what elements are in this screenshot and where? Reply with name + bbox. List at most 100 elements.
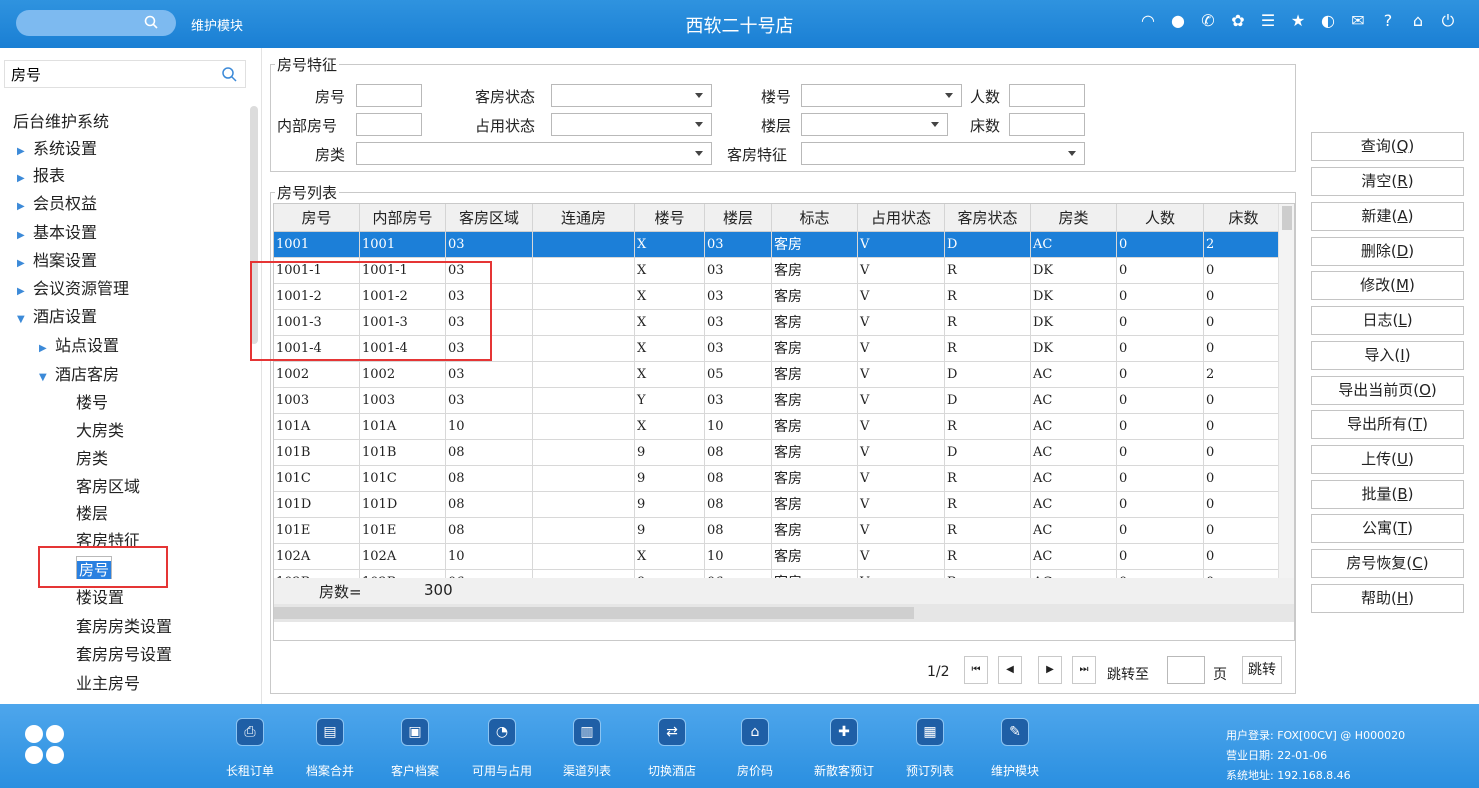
tree-item-suite-type-settings[interactable]: 套房房类设置 xyxy=(76,614,172,640)
help-icon[interactable]: ? xyxy=(1379,12,1397,30)
column-header[interactable]: 人数 xyxy=(1117,204,1204,232)
dock-item[interactable]: ▣ 客户档案 xyxy=(375,718,455,779)
tree-item-profile-settings[interactable]: ▶ 档案设置 xyxy=(17,248,97,274)
first-page-button[interactable]: ⏮ xyxy=(964,656,988,684)
column-header[interactable]: 占用状态 xyxy=(858,204,945,232)
column-header[interactable]: 房号 xyxy=(274,204,360,232)
occupancy-select[interactable] xyxy=(551,113,712,136)
inner-room-no-field[interactable] xyxy=(356,113,422,136)
dock-item[interactable]: ▤ 档案合并 xyxy=(290,718,370,779)
tree-search-input[interactable] xyxy=(5,61,205,87)
tree-item-suite-room-settings[interactable]: 套房房号设置 xyxy=(76,642,172,668)
query-button[interactable]: 查询(Q) xyxy=(1311,132,1464,161)
help-button[interactable]: 帮助(H) xyxy=(1311,584,1464,613)
table-row[interactable]: 1002 1002 03 X 05 客房 V D AC 0 2 xyxy=(274,362,1294,388)
column-header[interactable]: 床数 xyxy=(1204,204,1284,232)
table-row[interactable]: 1003 1003 03 Y 03 客房 V D AC 0 0 xyxy=(274,388,1294,414)
table-horizontal-scrollbar[interactable] xyxy=(274,604,1294,622)
column-header[interactable]: 楼号 xyxy=(635,204,705,232)
search-icon[interactable] xyxy=(221,66,237,82)
app-logo-icon[interactable] xyxy=(24,724,66,766)
last-page-button[interactable]: ⏭ xyxy=(1072,656,1096,684)
contrast-icon[interactable]: ◐ xyxy=(1319,12,1337,30)
power-icon[interactable]: ⏻ xyxy=(1439,12,1457,30)
export-current-page-button[interactable]: 导出当前页(O) xyxy=(1311,376,1464,405)
home-icon[interactable]: ⌂ xyxy=(1409,12,1427,30)
table-row[interactable]: 101E 101E 08 9 08 客房 V R AC 0 0 xyxy=(274,518,1294,544)
beds-field[interactable] xyxy=(1009,113,1085,136)
log-button[interactable]: 日志(L) xyxy=(1311,306,1464,335)
table-row[interactable]: 101B 101B 08 9 08 客房 V D AC 0 0 xyxy=(274,440,1294,466)
wifi-icon[interactable]: ◠ xyxy=(1139,12,1157,30)
dock-item[interactable]: ▥ 渠道列表 xyxy=(547,718,627,779)
column-header[interactable]: 连通房 xyxy=(533,204,635,232)
column-header[interactable]: 客房状态 xyxy=(945,204,1031,232)
feature-select[interactable] xyxy=(801,142,1085,165)
clear-button[interactable]: 清空(R) xyxy=(1311,167,1464,196)
new-button[interactable]: 新建(A) xyxy=(1311,202,1464,231)
dock-item[interactable]: ⎙ 长租订单 xyxy=(210,718,290,779)
batch-button[interactable]: 批量(B) xyxy=(1311,480,1464,509)
jump-button[interactable]: 跳转 xyxy=(1242,656,1282,684)
floor-select[interactable] xyxy=(801,113,948,136)
column-header[interactable]: 房类 xyxy=(1031,204,1117,232)
scrollbar-thumb[interactable] xyxy=(274,607,914,619)
dock-item[interactable]: ▦ 预订列表 xyxy=(890,718,970,779)
mail-icon[interactable]: ✉ xyxy=(1349,12,1367,30)
tree-item-building[interactable]: 楼号 xyxy=(76,390,108,416)
room-no-field[interactable] xyxy=(356,84,422,107)
tree-item-floor[interactable]: 楼层 xyxy=(76,501,108,527)
persons-field[interactable] xyxy=(1009,84,1085,107)
dock-item[interactable]: ⇄ 切换酒店 xyxy=(632,718,712,779)
building-select[interactable] xyxy=(801,84,962,107)
column-header[interactable]: 内部房号 xyxy=(360,204,446,232)
tree-item-reports[interactable]: ▶ 报表 xyxy=(17,163,65,189)
phone-icon[interactable]: ✆ xyxy=(1199,12,1217,30)
table-row[interactable]: 1001 1001 03 X 03 客房 V D AC 0 2 xyxy=(274,232,1294,258)
prev-page-button[interactable]: ◀ xyxy=(998,656,1022,684)
next-page-button[interactable]: ▶ xyxy=(1038,656,1062,684)
jump-page-input[interactable] xyxy=(1167,656,1205,684)
tree-item-meeting-resources[interactable]: ▶ 会议资源管理 xyxy=(17,276,129,302)
dock-item[interactable]: ◔ 可用与占用 xyxy=(462,718,542,779)
room-restore-button[interactable]: 房号恢复(C) xyxy=(1311,549,1464,578)
tree-item-building-settings[interactable]: 楼设置 xyxy=(76,585,124,611)
palette-icon[interactable]: ✿ xyxy=(1229,12,1247,30)
tree-item-hotel-rooms[interactable]: ▼ 酒店客房 xyxy=(39,362,119,388)
tree-item-room-type[interactable]: 房类 xyxy=(76,446,108,472)
table-row[interactable]: 102B102B06906客房VRAC00 xyxy=(274,570,1294,578)
table-row[interactable]: 101C 101C 08 9 08 客房 V R AC 0 0 xyxy=(274,466,1294,492)
tree-item-basic-settings[interactable]: ▶ 基本设置 xyxy=(17,220,97,246)
table-vertical-scrollbar[interactable] xyxy=(1278,204,1294,578)
import-button[interactable]: 导入(I) xyxy=(1311,341,1464,370)
dock-item[interactable]: ⌂ 房价码 xyxy=(715,718,795,779)
tree-item-hotel-settings[interactable]: ▼ 酒店设置 xyxy=(17,304,97,330)
apartment-button[interactable]: 公寓(T) xyxy=(1311,514,1464,543)
table-row[interactable]: 101D 101D 08 9 08 客房 V R AC 0 0 xyxy=(274,492,1294,518)
modify-button[interactable]: 修改(M) xyxy=(1311,271,1464,300)
table-row[interactable]: 101A 101A 10 X 10 客房 V R AC 0 0 xyxy=(274,414,1294,440)
star-icon[interactable]: ★ xyxy=(1289,12,1307,30)
column-header[interactable]: 楼层 xyxy=(705,204,772,232)
export-all-button[interactable]: 导出所有(T) xyxy=(1311,410,1464,439)
column-header[interactable]: 标志 xyxy=(772,204,858,232)
tree-root[interactable]: 后台维护系统 xyxy=(13,109,109,135)
tree-item-member-rights[interactable]: ▶ 会员权益 xyxy=(17,191,97,217)
tree-search-box[interactable] xyxy=(4,60,246,88)
chat-icon[interactable]: ● xyxy=(1169,12,1187,30)
tree-item-system-settings[interactable]: ▶ 系统设置 xyxy=(17,136,97,162)
tree-item-site-settings[interactable]: ▶ 站点设置 xyxy=(39,333,119,359)
upload-button[interactable]: 上传(U) xyxy=(1311,445,1464,474)
dock-item[interactable]: ✎ 维护模块 xyxy=(975,718,1055,779)
tree-item-owner-room[interactable]: 业主房号 xyxy=(76,671,140,697)
dock-item[interactable]: ✚ 新散客预订 xyxy=(804,718,884,779)
column-header[interactable]: 客房区域 xyxy=(446,204,533,232)
table-row[interactable]: 102A 102A 10 X 10 客房 V R AC 0 0 xyxy=(274,544,1294,570)
menu-icon[interactable]: ☰ xyxy=(1259,12,1277,30)
scrollbar-thumb[interactable] xyxy=(1282,206,1292,230)
room-status-select[interactable] xyxy=(551,84,712,107)
tree-item-room-area[interactable]: 客房区域 xyxy=(76,474,140,500)
tree-item-big-room-type[interactable]: 大房类 xyxy=(76,418,124,444)
delete-button[interactable]: 删除(D) xyxy=(1311,237,1464,266)
room-type-select[interactable] xyxy=(356,142,712,165)
